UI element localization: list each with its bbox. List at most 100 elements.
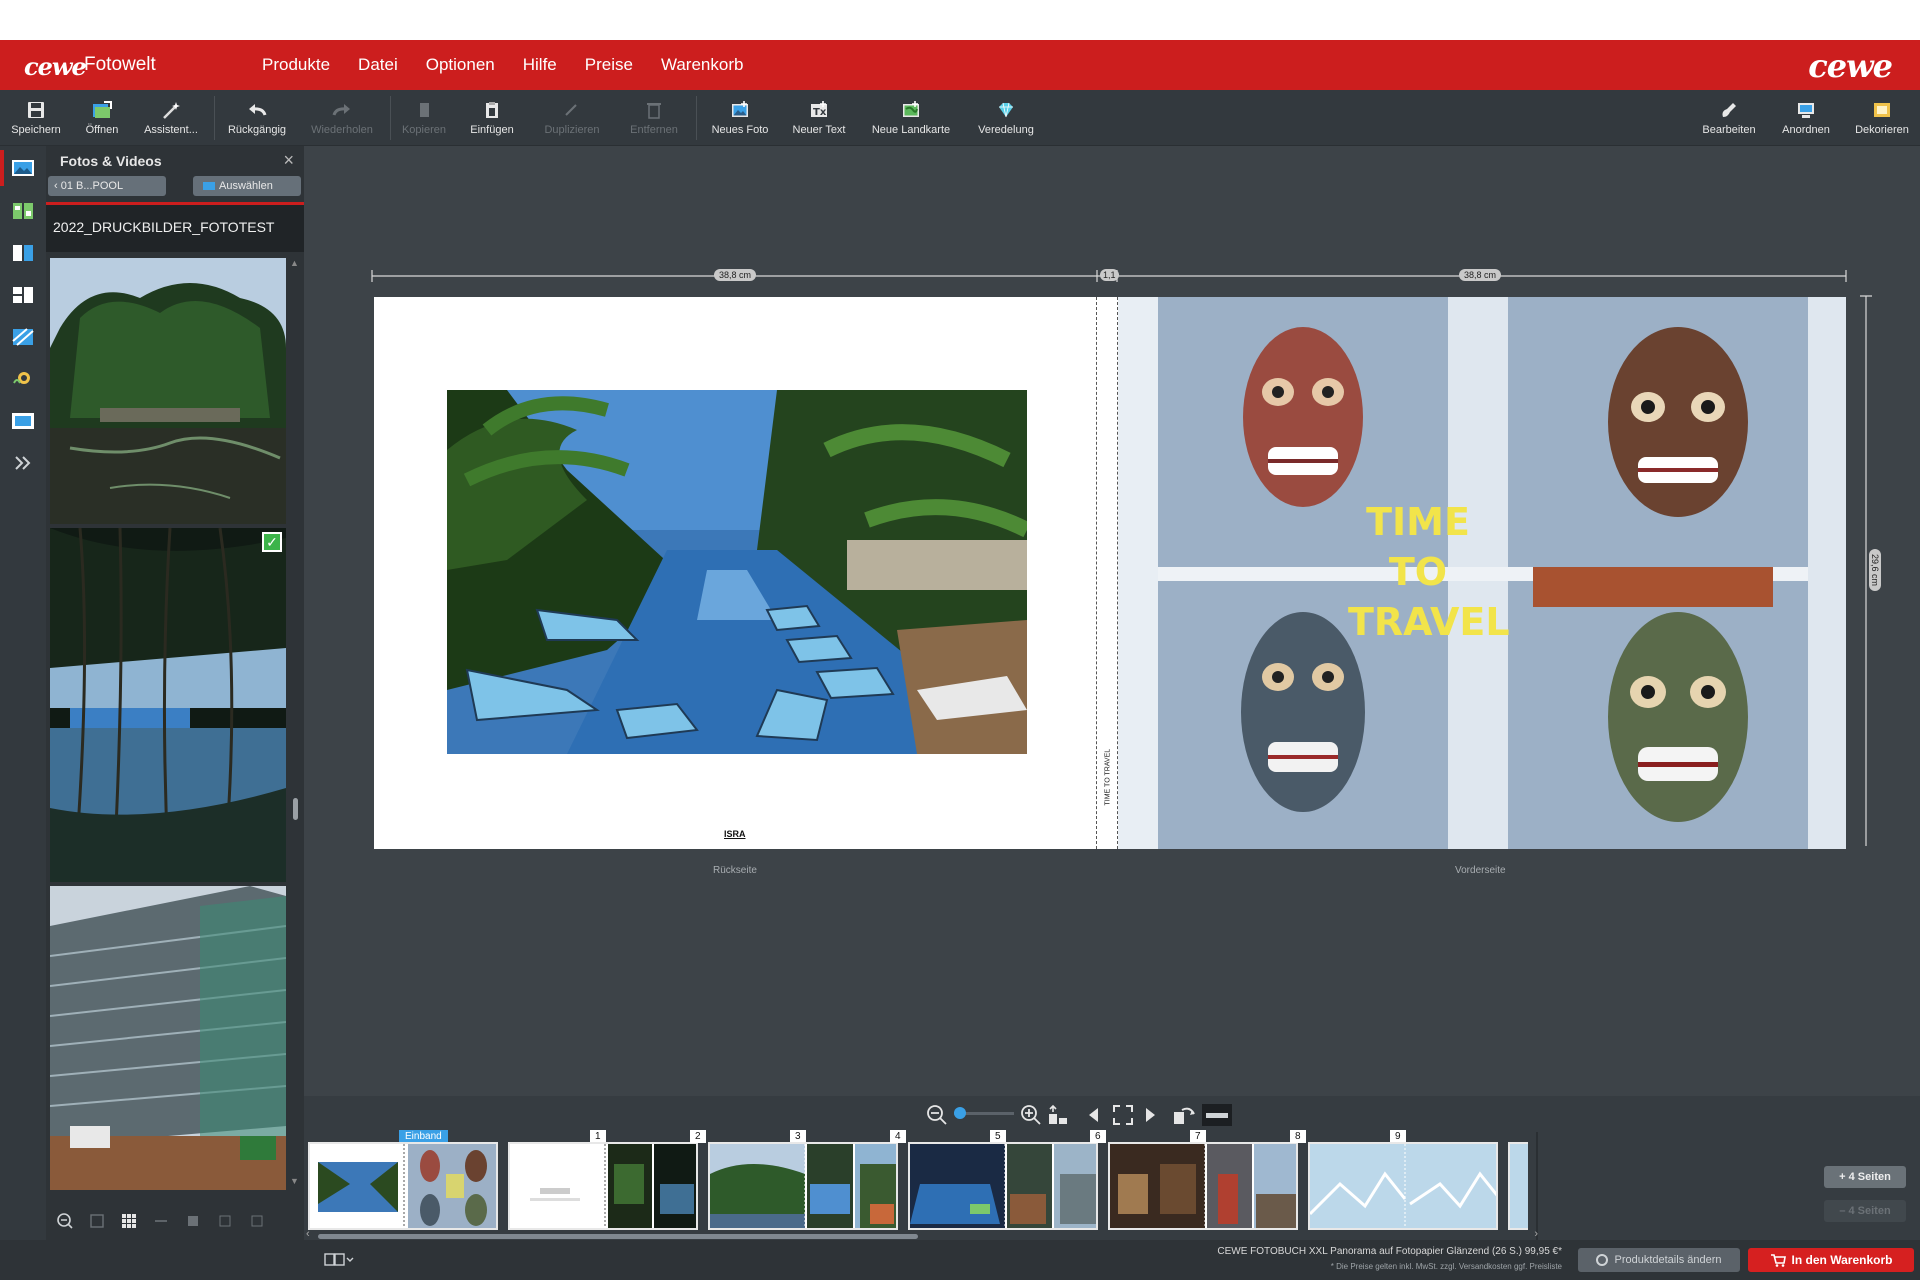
menu-datei[interactable]: Datei <box>358 55 398 75</box>
spread-thumbnail-partial[interactable] <box>1508 1142 1528 1230</box>
pages-rail-icon[interactable] <box>8 238 38 268</box>
edit-button[interactable]: Bearbeiten <box>1696 90 1762 146</box>
book-spine[interactable]: TIME TO TRAVEL <box>1096 297 1118 849</box>
fullscreen-icon[interactable] <box>1112 1104 1134 1126</box>
remove-pages-button[interactable]: – 4 Seiten <box>1824 1200 1906 1222</box>
single-page-view-icon[interactable] <box>1202 1104 1232 1126</box>
templates-rail-icon[interactable] <box>8 280 38 310</box>
back-folder-label: 01 B...POOL <box>60 180 124 192</box>
rotate-spread-icon[interactable] <box>1172 1104 1198 1126</box>
frames-rail-icon[interactable] <box>8 406 38 436</box>
page-number: 4 <box>890 1130 906 1143</box>
next-page-icon[interactable] <box>1142 1106 1158 1124</box>
copy-button[interactable]: Kopieren <box>396 90 452 146</box>
spread-thumbnail-2-3[interactable] <box>708 1142 898 1230</box>
photos-rail-icon[interactable] <box>8 153 38 183</box>
panel-scrollbar[interactable]: ▲ ▼ <box>290 258 300 1190</box>
layout-toggle-icon[interactable] <box>324 1252 354 1268</box>
scroll-up-icon[interactable]: ▲ <box>290 258 300 268</box>
new-map-button[interactable]: Neue Landkarte <box>866 90 956 146</box>
scroll-down-icon[interactable]: ▼ <box>290 1176 300 1186</box>
layouts-rail-icon[interactable] <box>8 196 38 226</box>
cover-title-line: TRAVEL <box>1348 600 1510 644</box>
fit-width-icon[interactable] <box>1046 1104 1070 1126</box>
back-cover-caption[interactable]: ISRA <box>724 829 746 839</box>
folder-icon <box>203 182 215 191</box>
filmstrip-scroll-thumb[interactable] <box>318 1234 918 1239</box>
scroll-thumb[interactable] <box>293 798 298 820</box>
paste-button[interactable]: Einfügen <box>464 90 520 146</box>
arrange-icon <box>1795 100 1817 120</box>
change-product-button[interactable]: Produktdetails ändern <box>1578 1248 1740 1272</box>
zoom-in-icon[interactable] <box>86 1210 108 1232</box>
clipart-rail-icon[interactable] <box>8 364 38 394</box>
filter-icon[interactable] <box>182 1210 204 1232</box>
menu-produkte[interactable]: Produkte <box>262 55 330 75</box>
panel-title: Fotos & Videos <box>60 153 162 169</box>
menu-warenkorb[interactable]: Warenkorb <box>661 55 744 75</box>
undo-button[interactable]: Rückgängig <box>222 90 292 146</box>
spread-thumbnail-6-7[interactable] <box>1108 1142 1298 1230</box>
spread-thumbnail-8-9[interactable] <box>1308 1142 1498 1230</box>
back-folder-button[interactable]: ‹ 01 B...POOL <box>48 176 166 196</box>
dimension-right-label: 38,8 cm <box>1459 269 1502 281</box>
delete-button[interactable]: Entfernen <box>624 90 684 146</box>
select-label: Auswählen <box>219 180 273 192</box>
folder-name[interactable]: 2022_DRUCKBILDER_FOTOTEST <box>46 202 304 252</box>
scroll-right-icon[interactable]: › <box>1534 1228 1538 1240</box>
map-icon <box>900 100 922 120</box>
back-cover-page[interactable]: ISRA <box>374 297 1096 849</box>
more-icon[interactable] <box>246 1210 268 1232</box>
svg-text:Tx: Tx <box>813 107 827 118</box>
open-button[interactable]: Öffnen <box>76 90 128 146</box>
toolbar-separator <box>214 96 215 140</box>
arrange-button[interactable]: Anordnen <box>1774 90 1838 146</box>
menu-preise[interactable]: Preise <box>585 55 633 75</box>
assistant-button[interactable]: Assistent... <box>138 90 204 146</box>
cover-title[interactable]: TIME TO TRAVEL <box>1348 497 1510 647</box>
finishing-button[interactable]: Veredelung <box>970 90 1042 146</box>
redo-button[interactable]: Wiederholen <box>304 90 380 146</box>
photo-thumbnail[interactable] <box>50 886 286 1190</box>
photo-thumbnail[interactable] <box>50 258 286 524</box>
select-button[interactable]: Auswählen <box>193 176 301 196</box>
spread-thumbnail-cover[interactable] <box>308 1142 498 1230</box>
front-cover-page[interactable]: TIME TO TRAVEL <box>1118 297 1846 849</box>
side-rail <box>0 146 46 1240</box>
expand-rail-icon[interactable] <box>8 448 38 478</box>
decorate-button[interactable]: Dekorieren <box>1850 90 1914 146</box>
duplicate-button[interactable]: Duplizieren <box>532 90 612 146</box>
menu-optionen[interactable]: Optionen <box>426 55 495 75</box>
photos-panel: Fotos & Videos × ‹ 01 B...POOL Auswählen… <box>46 146 304 1240</box>
new-text-button[interactable]: Tx Neuer Text <box>786 90 852 146</box>
page-number: 8 <box>1290 1130 1306 1143</box>
zoom-slider-knob[interactable] <box>954 1107 966 1119</box>
add-to-cart-button[interactable]: In den Warenkorb <box>1748 1248 1914 1272</box>
previous-page-icon[interactable] <box>1086 1106 1102 1124</box>
scroll-left-icon[interactable]: ‹ <box>306 1228 310 1240</box>
spread-thumbnail-4-5[interactable] <box>908 1142 1098 1230</box>
backgrounds-rail-icon[interactable] <box>8 322 38 352</box>
back-cover-photo[interactable] <box>447 390 1027 754</box>
toolbar-separator <box>696 96 697 140</box>
open-folder-icon <box>91 100 113 120</box>
view-options-icon[interactable] <box>214 1210 236 1232</box>
photo-thumbnail[interactable]: ✓ <box>50 528 286 882</box>
panel-footer <box>46 1202 304 1240</box>
zoom-slider[interactable] <box>954 1107 1014 1119</box>
left-footer <box>0 1240 304 1280</box>
open-label: Öffnen <box>85 124 119 136</box>
menu-hilfe[interactable]: Hilfe <box>523 55 557 75</box>
toolbar: Speichern Öffnen Assistent... Rückgängig… <box>0 90 1920 146</box>
sort-icon[interactable] <box>150 1210 172 1232</box>
save-button[interactable]: Speichern <box>8 90 64 146</box>
close-icon[interactable]: × <box>283 150 294 171</box>
zoom-out-icon[interactable] <box>54 1210 76 1232</box>
grid-view-icon[interactable] <box>118 1210 140 1232</box>
zoom-in-icon[interactable] <box>1020 1104 1042 1126</box>
zoom-out-icon[interactable] <box>926 1104 948 1126</box>
cewe-logo: cewe <box>24 52 87 81</box>
spread-thumbnail-1[interactable] <box>508 1142 698 1230</box>
add-pages-button[interactable]: + 4 Seiten <box>1824 1166 1906 1188</box>
new-photo-button[interactable]: Neues Foto <box>706 90 774 146</box>
